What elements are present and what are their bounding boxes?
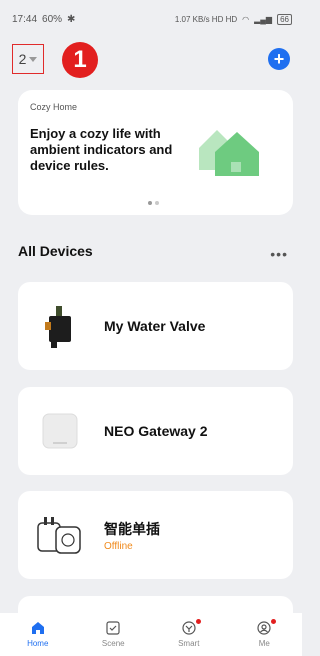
- battery-icon: 66: [277, 13, 292, 25]
- water-valve-icon: [36, 302, 84, 350]
- section-title: All Devices: [18, 243, 93, 259]
- user-icon: [257, 621, 271, 635]
- gateway-icon: [36, 407, 84, 455]
- chevron-down-icon: [29, 56, 38, 62]
- wifi-icon: ◠: [242, 14, 250, 24]
- status-bar: 17:44 60% ✱ 1.07 KB/s HD HD ◠ ▂▄▆ 66: [0, 0, 302, 38]
- network-info: 1.07 KB/s HD HD: [174, 14, 238, 24]
- notification-dot: [195, 619, 201, 624]
- smart-icon: [182, 621, 196, 635]
- plus-circle-icon: +: [273, 49, 285, 69]
- more-dots-icon[interactable]: •••: [270, 246, 288, 262]
- add-device-button[interactable]: +: [268, 48, 290, 70]
- tab-home[interactable]: Home: [8, 621, 68, 648]
- device-card[interactable]: NEO Gateway 2: [18, 387, 293, 475]
- smart-plug-icon: [36, 511, 84, 559]
- device-name: 智能单插: [104, 520, 160, 537]
- device-card[interactable]: 智能单插 Offline: [18, 491, 293, 579]
- banner-pagination: [148, 201, 159, 205]
- banner-text: Enjoy a cozy life with ambient indicator…: [30, 126, 173, 173]
- tab-label: Me: [258, 639, 270, 648]
- green-house-icon: [199, 130, 259, 176]
- tab-label: Home: [27, 639, 49, 648]
- home-selector-label: 2: [18, 51, 27, 67]
- status-left: 17:44 60% ✱: [12, 14, 75, 25]
- banner-brand: Cozy Home: [30, 102, 78, 112]
- home-selector[interactable]: 2: [12, 44, 44, 74]
- pagination-dot: [148, 201, 152, 205]
- bottom-tab-bar: Home Scene Smart Me: [0, 613, 302, 656]
- bluetooth-icon: ✱: [67, 13, 76, 25]
- home-icon: [31, 622, 44, 634]
- device-name: NEO Gateway 2: [104, 423, 208, 439]
- pagination-dot: [155, 201, 159, 205]
- tab-smart[interactable]: Smart: [159, 619, 219, 648]
- notification-dot: [271, 619, 277, 624]
- device-status: Offline: [104, 540, 133, 552]
- step-number-badge: 1: [62, 42, 98, 78]
- status-right: 1.07 KB/s HD HD ◠ ▂▄▆ 66: [174, 13, 292, 25]
- signal-icon: ▂▄▆: [254, 14, 273, 24]
- scene-check-icon: [106, 621, 120, 635]
- device-name: My Water Valve: [104, 318, 206, 334]
- promo-banner[interactable]: Cozy Home Enjoy a cozy life with ambient…: [18, 90, 293, 215]
- tab-scene[interactable]: Scene: [83, 621, 143, 648]
- tab-me[interactable]: Me: [234, 619, 294, 648]
- status-time: 17:44: [12, 13, 38, 25]
- device-card[interactable]: My Water Valve: [18, 282, 293, 370]
- tab-label: Smart: [178, 639, 200, 648]
- status-battery-percent: 60%: [42, 13, 63, 25]
- tab-label: Scene: [101, 639, 125, 648]
- app-header: 2 1 +: [0, 38, 302, 80]
